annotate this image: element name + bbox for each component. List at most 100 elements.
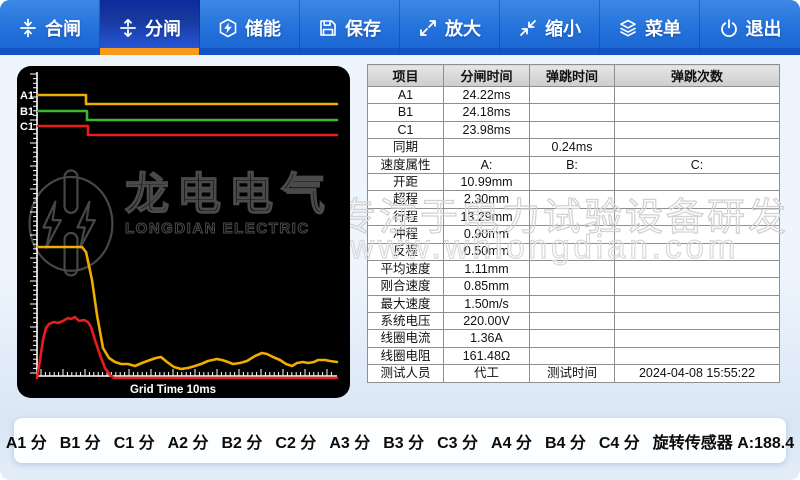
phase-status: C1 分 xyxy=(114,429,155,453)
table-row: B124.18ms xyxy=(368,104,780,121)
device-screen: 合闸 分闸 储能 保存 放大 xyxy=(0,0,800,480)
table-cell: 0.24ms xyxy=(530,139,615,156)
table-cell xyxy=(615,121,780,138)
table-row: 速度属性A:B:C: xyxy=(368,156,780,173)
table-cell xyxy=(530,173,615,190)
grid-time-label: Grid Time 10ms xyxy=(130,384,216,396)
C1-state xyxy=(38,126,337,135)
tab-label: 保存 xyxy=(345,15,381,41)
waveform-plot: A1B1C1Grid Time 10ms xyxy=(17,66,350,398)
phase-status: B3 分 xyxy=(383,429,424,453)
tab-label: 合闸 xyxy=(45,15,81,41)
phase-status: A2 分 xyxy=(168,429,209,453)
table-cell: B1 xyxy=(368,104,444,121)
tab-zoom-out[interactable]: 缩小 xyxy=(500,0,600,55)
tab-exit[interactable]: 退出 xyxy=(700,0,800,55)
rotation-sensor-value: 旋转传感器 A:188.4 xyxy=(653,429,794,453)
table-cell xyxy=(530,295,615,312)
table-header-row: 项目分闸时间弹跳时间弹跳次数 xyxy=(368,65,780,87)
table-cell: 220.00V xyxy=(444,313,530,330)
channel-label: B1 xyxy=(20,106,34,118)
table-cell: 13.29mm xyxy=(444,208,530,225)
tab-energy-storage[interactable]: 储能 xyxy=(200,0,300,55)
zoom-in-icon xyxy=(418,18,438,38)
tab-save[interactable]: 保存 xyxy=(300,0,400,55)
table-cell: 10.99mm xyxy=(444,173,530,190)
tab-close-switch[interactable]: 合闸 xyxy=(0,0,100,55)
table-cell xyxy=(530,278,615,295)
table-cell: 开距 xyxy=(368,173,444,190)
table-row: 线圈电阻161.48Ω xyxy=(368,347,780,364)
tab-zoom-in[interactable]: 放大 xyxy=(400,0,500,55)
table-cell xyxy=(615,226,780,243)
table-cell xyxy=(615,208,780,225)
phase-status: C4 分 xyxy=(599,429,640,453)
phase-status: C2 分 xyxy=(275,429,316,453)
table-cell xyxy=(615,330,780,347)
phase-status: C3 分 xyxy=(437,429,478,453)
energy-storage-icon xyxy=(218,18,238,38)
table-cell xyxy=(530,208,615,225)
tab-label: 储能 xyxy=(245,15,281,41)
table-cell xyxy=(615,243,780,260)
table-cell: 行程 xyxy=(368,208,444,225)
table-row: 超程2.30mm xyxy=(368,191,780,208)
table-cell xyxy=(615,260,780,277)
table-cell xyxy=(615,278,780,295)
phase-status: B1 分 xyxy=(60,429,101,453)
close-switch-icon xyxy=(18,18,38,38)
table-cell: 最大速度 xyxy=(368,295,444,312)
table-row: 平均速度1.11mm xyxy=(368,260,780,277)
table-cell: 0.90mm xyxy=(444,226,530,243)
table-cell: 速度属性 xyxy=(368,156,444,173)
phase-status: A1 分 xyxy=(6,429,47,453)
table-cell xyxy=(530,330,615,347)
B1-state xyxy=(38,111,337,120)
phase-status: A4 分 xyxy=(491,429,532,453)
table-cell: 平均速度 xyxy=(368,260,444,277)
phase-status: B2 分 xyxy=(222,429,263,453)
table-cell xyxy=(444,139,530,156)
table-cell xyxy=(615,191,780,208)
column-header: 分闸时间 xyxy=(444,65,530,87)
table-cell: C: xyxy=(615,156,780,173)
table-cell: 0.85mm xyxy=(444,278,530,295)
table-cell: A: xyxy=(444,156,530,173)
tab-open-switch[interactable]: 分闸 xyxy=(100,0,200,55)
table-cell: B: xyxy=(530,156,615,173)
table-row: 反程0.50mm xyxy=(368,243,780,260)
table-row: 冲程0.90mm xyxy=(368,226,780,243)
table-cell xyxy=(530,87,615,104)
table-row: 系统电压220.00V xyxy=(368,313,780,330)
table-row: 最大速度1.50m/s xyxy=(368,295,780,312)
table-row: 同期0.24ms xyxy=(368,139,780,156)
table-cell xyxy=(530,191,615,208)
table-cell: 1.11mm xyxy=(444,260,530,277)
exit-icon xyxy=(719,18,739,38)
table-cell: 2.30mm xyxy=(444,191,530,208)
table-cell: 测试时间 xyxy=(530,365,615,382)
table-cell xyxy=(615,139,780,156)
save-icon xyxy=(318,18,338,38)
menu-icon xyxy=(618,18,638,38)
table-row: 测试人员代工测试时间2024-04-08 15:55:22 xyxy=(368,365,780,382)
tab-label: 缩小 xyxy=(545,15,581,41)
table-cell: 刚合速度 xyxy=(368,278,444,295)
table-cell: 线圈电流 xyxy=(368,330,444,347)
table-cell xyxy=(530,243,615,260)
table-cell: 1.50m/s xyxy=(444,295,530,312)
table-row: C123.98ms xyxy=(368,121,780,138)
table-row: 开距10.99mm xyxy=(368,173,780,190)
table-row: 线圈电流1.36A xyxy=(368,330,780,347)
table-cell: 反程 xyxy=(368,243,444,260)
zoom-out-icon xyxy=(518,18,538,38)
travel-curve xyxy=(38,247,337,369)
table-cell: 代工 xyxy=(444,365,530,382)
tab-menu[interactable]: 菜单 xyxy=(600,0,700,55)
table-cell: 冲程 xyxy=(368,226,444,243)
table-cell: 24.22ms xyxy=(444,87,530,104)
table-cell: 0.50mm xyxy=(444,243,530,260)
channel-label: C1 xyxy=(20,121,34,133)
table-cell: A1 xyxy=(368,87,444,104)
waveform-chart: 龙电电气 LONGDIAN ELECTRIC A1B1C1Grid Time 1… xyxy=(17,66,350,398)
